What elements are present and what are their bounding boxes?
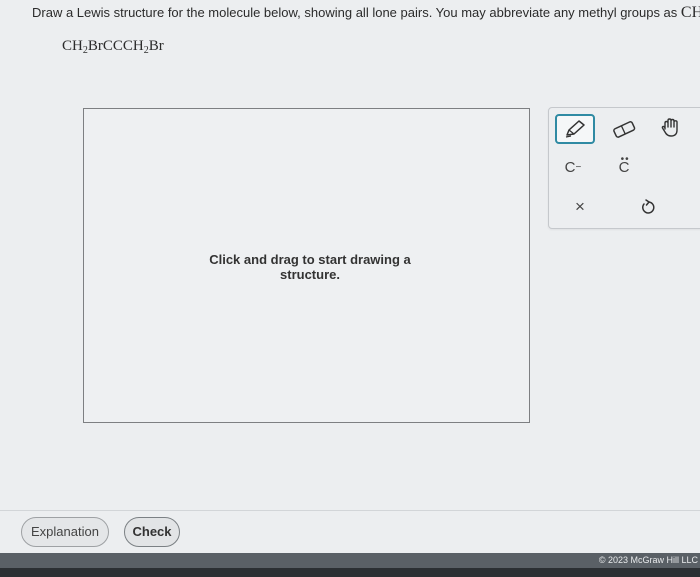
drawing-toolbox: C − •• C × (548, 107, 700, 229)
screen-bottom-edge (0, 568, 700, 577)
lone-pair-dots-icon: •• (620, 153, 630, 165)
clear-button[interactable]: × (569, 196, 591, 218)
eraser-tool-button[interactable] (609, 116, 639, 142)
charge-atom-label: C (564, 158, 576, 176)
footer-bar: © 2023 McGraw Hill LLC (0, 553, 700, 568)
undo-icon (642, 199, 655, 214)
canvas-hint: Click and drag to start drawing a struct… (209, 252, 411, 282)
eraser-icon (613, 121, 636, 138)
check-button[interactable]: Check (124, 517, 180, 547)
hand-tool-button[interactable] (657, 114, 687, 142)
undo-button[interactable] (637, 196, 659, 218)
drawing-canvas[interactable]: Click and drag to start drawing a struct… (83, 108, 530, 423)
close-icon: × (575, 197, 585, 216)
hand-icon (661, 118, 678, 137)
pencil-tool-button[interactable] (555, 114, 595, 144)
question-prompt: Draw a Lewis structure for the molecule … (32, 2, 700, 24)
lone-pair-tool-button[interactable]: •• C (609, 153, 639, 178)
explanation-button[interactable]: Explanation (21, 517, 109, 547)
copyright-text: © 2023 McGraw Hill LLC (598, 555, 698, 565)
methyl-abbreviation: CH3 (680, 4, 700, 21)
molecule-formula: CH2BrCCCH2Br (62, 38, 164, 56)
pencil-icon (565, 120, 585, 138)
charge-tool-button[interactable]: C − (559, 156, 587, 178)
question-text: Draw a Lewis structure for the molecule … (32, 5, 678, 20)
footer-divider (0, 510, 700, 511)
negative-charge-icon: − (575, 161, 582, 173)
